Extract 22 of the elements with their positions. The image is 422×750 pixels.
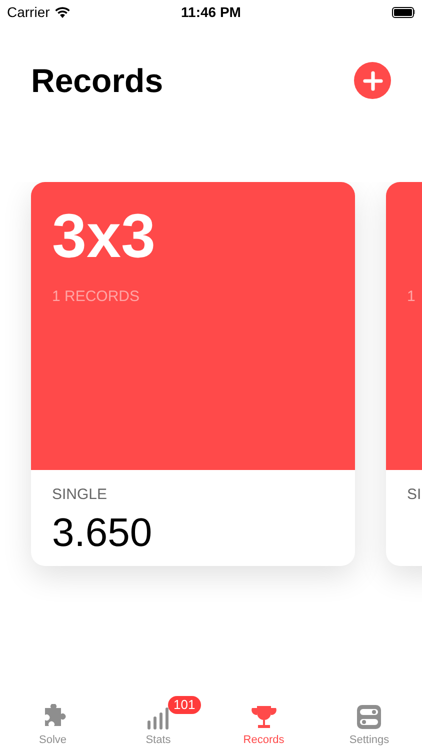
wifi-icon [54, 6, 70, 18]
record-count: 1 RECORDS [52, 287, 140, 307]
record-type: SI [407, 485, 422, 505]
carrier-label: Carrier [7, 2, 50, 22]
page-title: Records [31, 64, 164, 97]
trophy-icon [250, 704, 278, 730]
puzzle-title: 3x3 [52, 206, 156, 268]
record-type: SINGLE [52, 485, 108, 505]
add-button[interactable] [354, 62, 391, 99]
battery-icon [392, 6, 415, 18]
status-time: 11:46 PM [181, 2, 241, 22]
record-card[interactable]: 1 SI [386, 182, 422, 566]
tab-bar-item[interactable]: Settings [316, 698, 422, 748]
plus-icon [362, 70, 382, 90]
record-card[interactable]: 3x3 1 RECORDS SINGLE 3.650 [31, 182, 355, 566]
tab-bar-item[interactable]: Solve [0, 698, 106, 748]
record-time: 3.650 [52, 512, 152, 552]
tab-bar-item[interactable]: Records [211, 698, 316, 748]
toggle-switches-icon [356, 704, 382, 730]
tab-bar-item[interactable]: Stats 101 [106, 698, 211, 748]
record-count: 1 [407, 287, 416, 307]
notification-badge: 101 [168, 696, 202, 714]
